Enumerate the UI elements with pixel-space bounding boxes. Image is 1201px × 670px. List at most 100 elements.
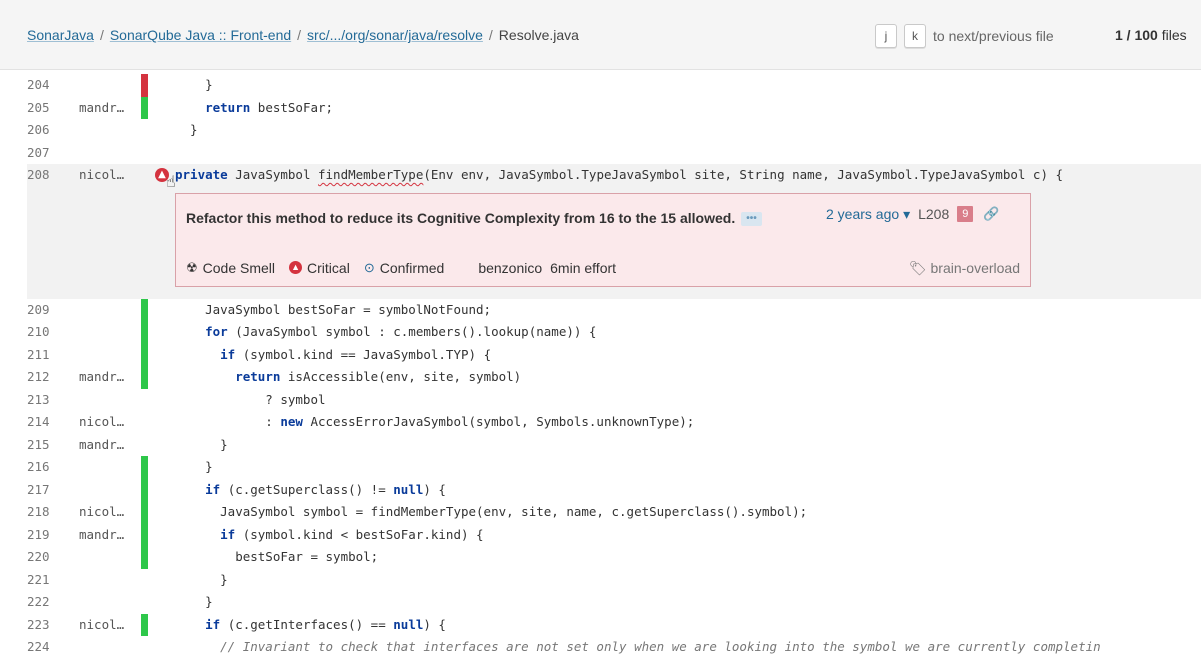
line-number[interactable]: 221 <box>27 569 77 592</box>
caret-down-icon: ▾ <box>903 205 911 222</box>
issue-status[interactable]: ⊙ Confirmed <box>364 260 445 276</box>
issue-assignee[interactable]: benzonico <box>478 260 542 276</box>
scm-author[interactable]: mandr… <box>79 434 159 457</box>
code-source: } <box>175 436 228 452</box>
code-source: if (c.getInterfaces() == null) { <box>205 616 446 632</box>
issue-container: Refactor this method to reduce its Cogni… <box>27 186 1201 299</box>
files-counter: 1 / 100 files <box>1115 27 1187 43</box>
code-source: JavaSymbol bestSoFar = symbolNotFound; <box>175 301 492 317</box>
scm-change-marker <box>141 298 148 321</box>
keyword: return <box>235 369 281 384</box>
code-source: if (c.getSuperclass() != null) { <box>205 481 446 497</box>
line-number[interactable]: 219 <box>27 524 77 547</box>
code-source: return bestSoFar; <box>205 99 334 115</box>
code-line-212: 212 mandr… return isAccessible(env, site… <box>27 366 1201 389</box>
line-number[interactable]: 220 <box>27 546 77 569</box>
code-source: return isAccessible(env, site, symbol) <box>235 369 522 384</box>
line-number[interactable]: 210 <box>27 321 77 344</box>
breadcrumb-module[interactable]: SonarQube Java :: Front-end <box>110 27 291 43</box>
breadcrumb: SonarJava / SonarQube Java :: Front-end / sr… <box>27 27 579 43</box>
code-source: ? symbol <box>175 391 326 407</box>
code-source: if (symbol.kind < bestSoFar.kind) { <box>220 526 484 542</box>
issue-tags[interactable]: 🏷 brain-overload <box>909 260 1020 277</box>
keyword: if <box>220 346 236 362</box>
line-number[interactable]: 218 <box>27 501 77 524</box>
line-number[interactable]: 211 <box>27 344 77 367</box>
line-number[interactable]: 205 <box>27 97 77 120</box>
issue-status-text: Confirmed <box>379 259 445 276</box>
breadcrumb-directory[interactable]: src/.../org/sonar/java/resolve <box>307 27 483 43</box>
scm-author[interactable]: nicol… <box>79 411 159 434</box>
scm-author[interactable]: nicol… <box>79 164 159 187</box>
code-source: private JavaSymbol findMemberType(Env en… <box>175 167 1064 182</box>
code-line-215: 215 mandr… } <box>27 434 1201 457</box>
code-source: } <box>175 122 198 137</box>
keyword: private <box>175 167 228 182</box>
next-file-key[interactable]: j <box>875 24 897 48</box>
issue-tag-text: brain-overload <box>930 259 1021 276</box>
issue-box[interactable]: Refactor this method to reduce its Cogni… <box>175 192 1031 287</box>
scm-change-marker <box>141 456 148 479</box>
line-number[interactable]: 204 <box>27 74 77 97</box>
issue-message[interactable]: Refactor this method to reduce its Cogni… <box>186 207 786 230</box>
keyword: new <box>280 414 303 429</box>
line-number[interactable]: 222 <box>27 591 77 614</box>
line-number[interactable]: 223 <box>27 614 77 637</box>
code-line-211: 211 if (symbol.kind == JavaSymbol.TYP) { <box>27 343 1201 367</box>
line-number[interactable]: 214 <box>27 411 77 434</box>
code-line-217: 217 if (c.getSuperclass() != null) { <box>27 478 1201 502</box>
scm-change-marker <box>141 546 148 569</box>
code-line-216: 216 } <box>27 456 1201 479</box>
line-number[interactable]: 206 <box>27 119 77 142</box>
code-line-213: 213 ? symbol <box>27 389 1201 412</box>
navigation-hint-text: to next/previous file <box>933 28 1054 44</box>
issue-effort[interactable]: 6min effort <box>550 260 616 276</box>
files-counter-suffix: files <box>1157 27 1187 43</box>
code-comment: // Invariant to check that interfaces ar… <box>175 639 1101 654</box>
code-line-223: 223 nicol… if (c.getInterfaces() == null… <box>27 613 1201 637</box>
permalink-icon[interactable]: 🔗 <box>983 206 999 222</box>
line-number[interactable]: 224 <box>27 636 77 659</box>
previous-file-key[interactable]: k <box>904 24 926 48</box>
source-viewer: 204 } 205 mandr… return bestSoFar; 206 }… <box>27 74 1201 659</box>
code-source: } <box>175 77 213 92</box>
code-line-204: 204 } <box>27 74 1201 97</box>
issue-type[interactable]: ☢ Code Smell <box>186 260 275 276</box>
line-number[interactable]: 209 <box>27 299 77 322</box>
code-line-220: 220 bestSoFar = symbol; <box>27 546 1201 569</box>
code-line-224: 224 // Invariant to check that interface… <box>27 636 1201 659</box>
keyword: return <box>205 99 251 115</box>
keyword: if <box>220 526 236 542</box>
line-number[interactable]: 213 <box>27 389 77 412</box>
issue-severity[interactable]: ▲ Critical <box>289 260 350 276</box>
more-options-icon[interactable]: ••• <box>741 211 762 226</box>
tag-icon: 🏷 <box>908 259 927 276</box>
issue-locations-badge[interactable]: 9 <box>957 206 974 222</box>
line-number[interactable]: 216 <box>27 456 77 479</box>
code-source: JavaSymbol symbol = findMemberType(env, … <box>175 504 808 519</box>
scm-change-marker <box>141 74 148 97</box>
line-number[interactable]: 217 <box>27 479 77 502</box>
scm-change-marker <box>141 613 148 636</box>
line-number[interactable]: 208 <box>27 164 77 187</box>
code-line-210: 210 for (JavaSymbol symbol : c.members()… <box>27 321 1201 344</box>
issue-message-text: Refactor this method to reduce its Cogni… <box>186 209 736 226</box>
breadcrumb-project[interactable]: SonarJava <box>27 27 94 43</box>
line-number[interactable]: 215 <box>27 434 77 457</box>
issue-line-ref: L208 <box>918 206 950 222</box>
code-source: if (symbol.kind == JavaSymbol.TYP) { <box>220 346 492 362</box>
line-number[interactable]: 207 <box>27 142 77 165</box>
code-smell-icon: ☢ <box>186 259 198 275</box>
issue-highlight[interactable]: findMemberType <box>318 167 423 182</box>
code-line-221: 221 } <box>27 569 1201 592</box>
issue-age-dropdown[interactable]: 2 years ago ▾ <box>826 206 910 223</box>
confirmed-status-icon: ⊙ <box>363 259 375 275</box>
line-number[interactable]: 212 <box>27 366 77 389</box>
code-line-209: 209 JavaSymbol bestSoFar = symbolNotFoun… <box>27 298 1201 322</box>
code-source: : new AccessErrorJavaSymbol(symbol, Symb… <box>175 414 695 429</box>
code-line-208: 208 nicol… ▲ ☝ private JavaSymbol findMe… <box>27 164 1201 191</box>
scm-change-marker <box>141 96 148 119</box>
code-line-207: 207 <box>27 142 1201 165</box>
file-header: SonarJava / SonarQube Java :: Front-end / sr… <box>0 0 1201 70</box>
issue-severity-text: Critical <box>307 259 350 276</box>
